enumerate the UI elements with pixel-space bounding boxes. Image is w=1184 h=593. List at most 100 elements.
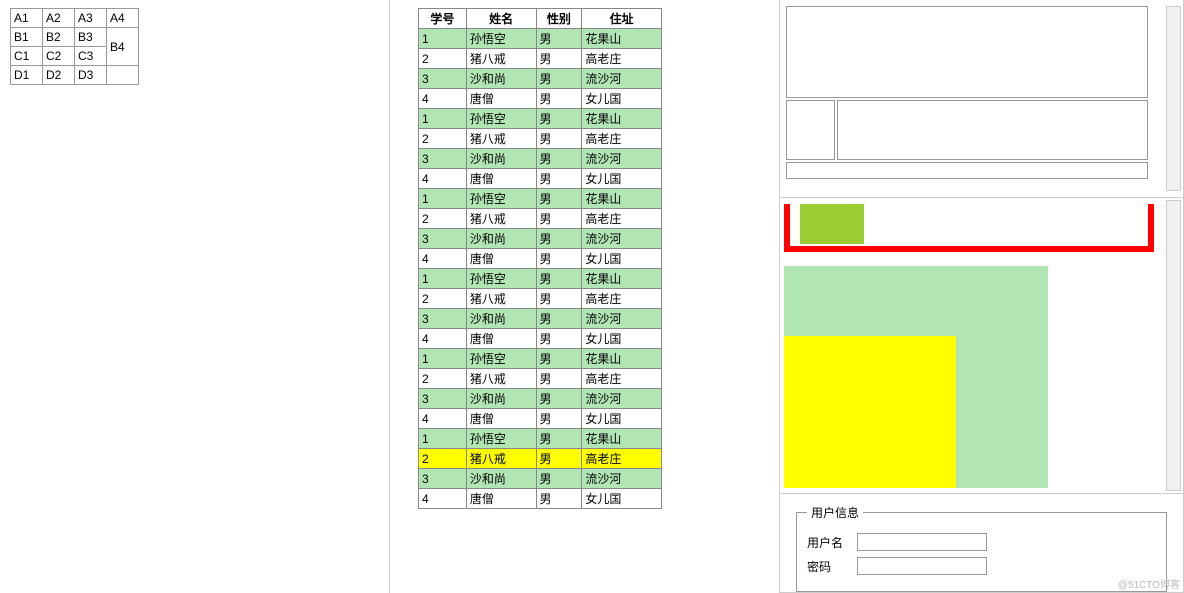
cell: C2 <box>43 47 75 66</box>
cell: 流沙河 <box>582 309 662 329</box>
cell: 1 <box>419 29 467 49</box>
cell: 流沙河 <box>582 69 662 89</box>
cell: 4 <box>419 489 467 509</box>
table-row[interactable]: 2猪八戒男高老庄 <box>419 449 662 469</box>
cell: 唐僧 <box>466 89 536 109</box>
box-wide <box>837 100 1148 160</box>
table-row[interactable]: 4唐僧男女儿国 <box>419 249 662 269</box>
cell: 猪八戒 <box>466 369 536 389</box>
table-row[interactable]: 3沙和尚男流沙河 <box>419 309 662 329</box>
table-row[interactable]: 4唐僧男女儿国 <box>419 329 662 349</box>
cell: 女儿国 <box>582 409 662 429</box>
table-row[interactable]: 3沙和尚男流沙河 <box>419 229 662 249</box>
cell: B2 <box>43 28 75 47</box>
cell: 孙悟空 <box>466 269 536 289</box>
panel-colors <box>780 198 1183 494</box>
cell: 男 <box>536 189 582 209</box>
cell: 男 <box>536 49 582 69</box>
left-panel: A1 A2 A3 A4 B1 B2 B3 B4 C1 C2 C3 D1 D2 D… <box>0 0 390 593</box>
table-row[interactable]: 2猪八戒男高老庄 <box>419 209 662 229</box>
cell: 男 <box>536 249 582 269</box>
cell: 女儿国 <box>582 249 662 269</box>
cell: 孙悟空 <box>466 189 536 209</box>
cell: 3 <box>419 309 467 329</box>
cell: 女儿国 <box>582 489 662 509</box>
cell: 男 <box>536 369 582 389</box>
cell: 流沙河 <box>582 149 662 169</box>
cell: 男 <box>536 309 582 329</box>
cell <box>107 66 139 85</box>
table-row: B1 B2 B3 B4 <box>11 28 139 47</box>
cell: 2 <box>419 289 467 309</box>
table-row[interactable]: 3沙和尚男流沙河 <box>419 69 662 89</box>
cell: 沙和尚 <box>466 69 536 89</box>
th-sex: 性别 <box>536 9 582 29</box>
cell: 高老庄 <box>582 369 662 389</box>
table-row[interactable]: 1孙悟空男花果山 <box>419 189 662 209</box>
table-row[interactable]: 4唐僧男女儿国 <box>419 409 662 429</box>
cell: 男 <box>536 149 582 169</box>
cell: A2 <box>43 9 75 28</box>
cell: 3 <box>419 149 467 169</box>
cell: A1 <box>11 9 43 28</box>
cell: A3 <box>75 9 107 28</box>
table-row[interactable]: 2猪八戒男高老庄 <box>419 369 662 389</box>
user-info-fieldset: 用户信息 用户名 密码 <box>796 504 1167 592</box>
cell: 唐僧 <box>466 249 536 269</box>
cell: 高老庄 <box>582 449 662 469</box>
cell: 4 <box>419 249 467 269</box>
username-input[interactable] <box>857 533 987 551</box>
right-panel: 用户信息 用户名 密码 <box>780 0 1184 593</box>
cell: B3 <box>75 28 107 47</box>
cell: 2 <box>419 129 467 149</box>
cell: 男 <box>536 269 582 289</box>
cell: 男 <box>536 289 582 309</box>
scrollbar[interactable] <box>1166 6 1181 191</box>
password-input[interactable] <box>857 557 987 575</box>
table-row[interactable]: 1孙悟空男花果山 <box>419 429 662 449</box>
table-row[interactable]: 2猪八戒男高老庄 <box>419 49 662 69</box>
scrollbar[interactable] <box>1166 200 1181 491</box>
cell: 男 <box>536 129 582 149</box>
middle-panel: 学号 姓名 性别 住址 1孙悟空男花果山2猪八戒男高老庄3沙和尚男流沙河4唐僧男… <box>390 0 780 593</box>
box-small <box>786 100 835 160</box>
cell: 高老庄 <box>582 209 662 229</box>
table-row[interactable]: 3沙和尚男流沙河 <box>419 389 662 409</box>
table-row[interactable]: 1孙悟空男花果山 <box>419 109 662 129</box>
cell: 沙和尚 <box>466 229 536 249</box>
table-row[interactable]: 2猪八戒男高老庄 <box>419 289 662 309</box>
cell: 男 <box>536 449 582 469</box>
table-row[interactable]: 3沙和尚男流沙河 <box>419 149 662 169</box>
cell: 女儿国 <box>582 169 662 189</box>
table-row[interactable]: 1孙悟空男花果山 <box>419 29 662 49</box>
cell: 猪八戒 <box>466 49 536 69</box>
cell: 男 <box>536 489 582 509</box>
cell: C3 <box>75 47 107 66</box>
th-name: 姓名 <box>466 9 536 29</box>
table-row[interactable]: 2猪八戒男高老庄 <box>419 129 662 149</box>
table-row[interactable]: 1孙悟空男花果山 <box>419 269 662 289</box>
cell: 男 <box>536 389 582 409</box>
username-label: 用户名 <box>807 534 849 551</box>
box-top <box>786 6 1148 98</box>
cell: 孙悟空 <box>466 349 536 369</box>
th-id: 学号 <box>419 9 467 29</box>
cell: 沙和尚 <box>466 309 536 329</box>
table-row[interactable]: 4唐僧男女儿国 <box>419 169 662 189</box>
cell: 唐僧 <box>466 409 536 429</box>
cell: 男 <box>536 329 582 349</box>
cell: A4 <box>107 9 139 28</box>
table-row[interactable]: 1孙悟空男花果山 <box>419 349 662 369</box>
cell: 孙悟空 <box>466 29 536 49</box>
table-row[interactable]: 4唐僧男女儿国 <box>419 489 662 509</box>
data-table: 学号 姓名 性别 住址 1孙悟空男花果山2猪八戒男高老庄3沙和尚男流沙河4唐僧男… <box>418 8 662 509</box>
cell: 3 <box>419 229 467 249</box>
table-row[interactable]: 4唐僧男女儿国 <box>419 89 662 109</box>
cell: 孙悟空 <box>466 109 536 129</box>
cell: 高老庄 <box>582 289 662 309</box>
password-label: 密码 <box>807 558 849 575</box>
table-row[interactable]: 3沙和尚男流沙河 <box>419 469 662 489</box>
cell: 流沙河 <box>582 389 662 409</box>
cell: 3 <box>419 69 467 89</box>
table-row: D1 D2 D3 <box>11 66 139 85</box>
